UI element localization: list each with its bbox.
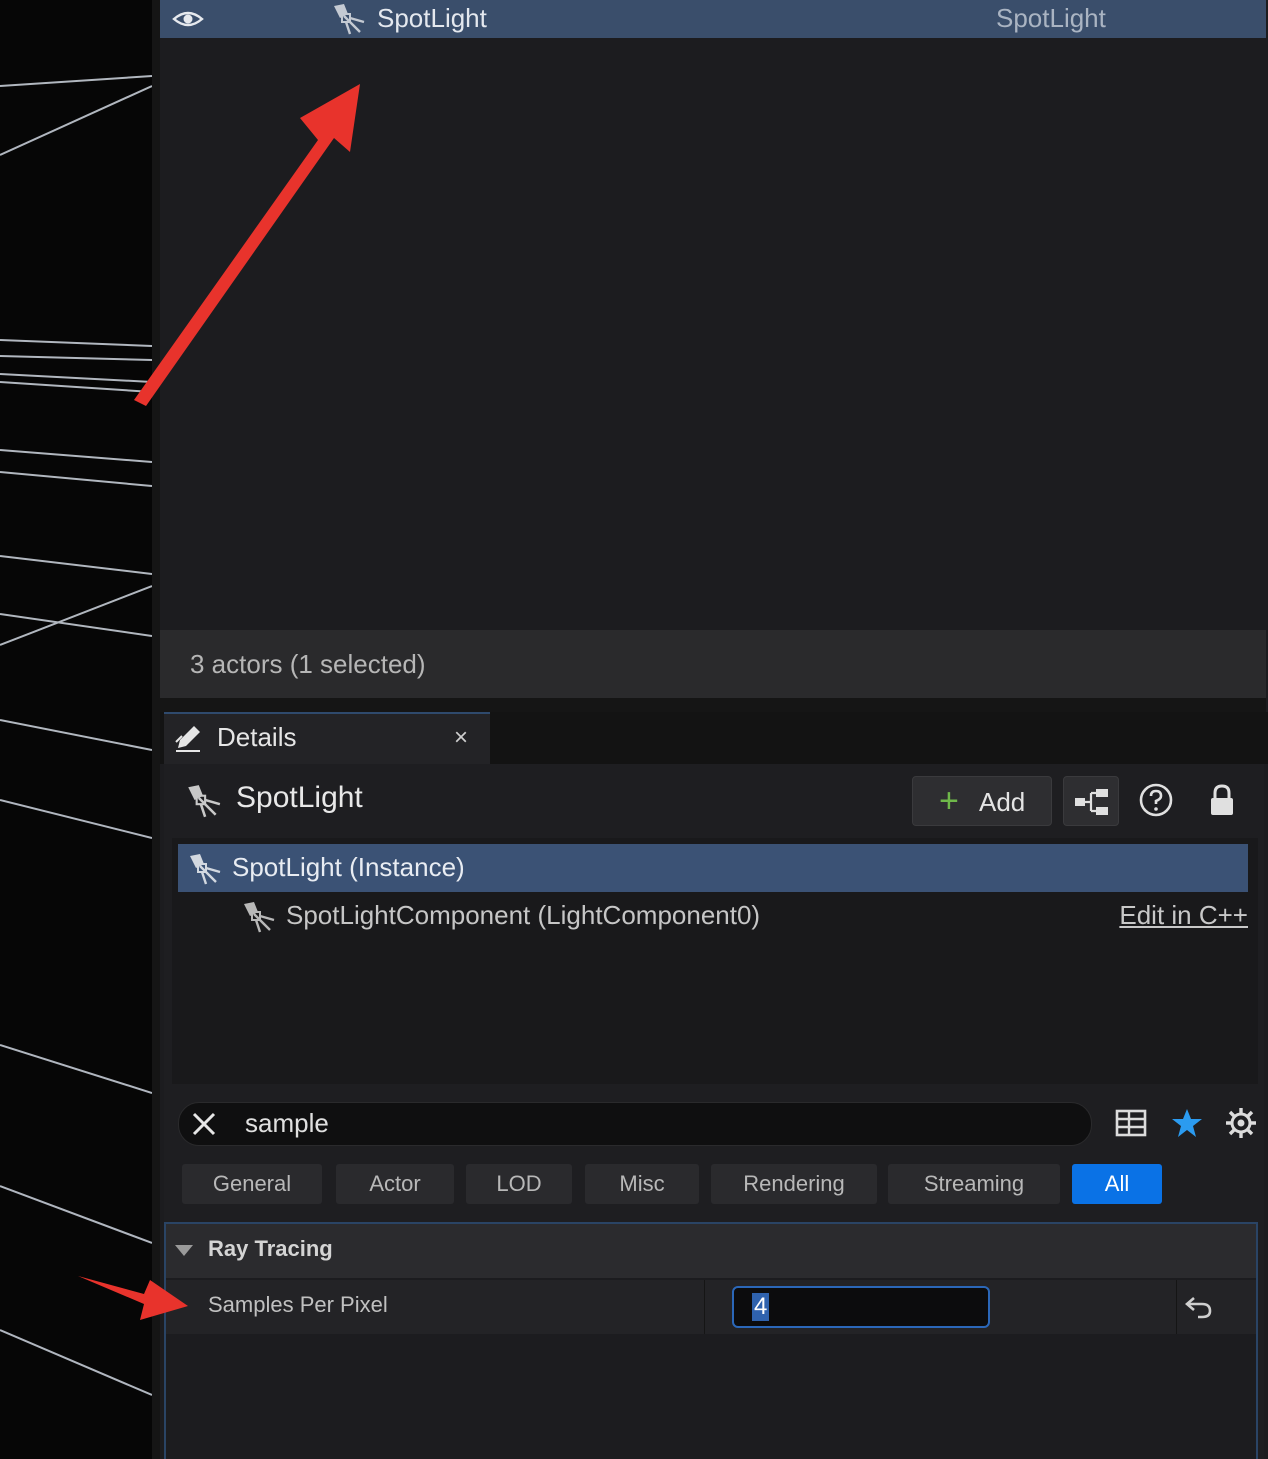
filter-all[interactable]: All [1072,1164,1162,1204]
edit-in-cpp-link[interactable]: Edit in C++ [1119,900,1248,931]
outliner-item-label: SpotLight [377,3,487,33]
details-actor-header: SpotLight + Add [164,764,1264,838]
filter-streaming[interactable]: Streaming [888,1164,1060,1204]
pencil-icon [175,726,200,752]
component-label: SpotLight (Instance) [232,852,465,882]
visibility-eye-icon[interactable] [172,8,204,30]
spotlight-icon [188,785,221,818]
spotlight-icon [190,854,221,885]
plus-icon: + [939,782,959,820]
lock-icon[interactable] [1204,782,1240,818]
outliner-row-spotlight[interactable]: SpotLight SpotLight [160,0,1266,38]
category-filter-bar: General Actor LOD Misc Rendering Streami… [182,1164,1262,1206]
samples-per-pixel-input[interactable]: 4 [732,1286,990,1328]
tab-details-label: Details [217,722,297,752]
column-splitter[interactable] [704,1280,705,1334]
outliner-status-bar: 3 actors (1 selected) [160,630,1266,698]
spotlight-icon [334,4,365,35]
help-icon[interactable] [1138,782,1174,818]
blueprint-icon [1075,789,1108,815]
category-title: Ray Tracing [208,1236,333,1261]
ray-tracing-category: Ray Tracing Samples Per Pixel 4 [164,1222,1258,1459]
filter-actor[interactable]: Actor [336,1164,454,1204]
property-matrix-icon[interactable] [1114,1106,1148,1140]
reset-to-default-icon[interactable] [1184,1294,1214,1320]
actor-name[interactable]: SpotLight [236,781,363,815]
component-row-spotlightcomponent[interactable]: SpotLightComponent (LightComponent0) Edi… [178,892,1248,940]
filter-misc[interactable]: Misc [585,1164,699,1204]
property-name: Samples Per Pixel [208,1292,388,1317]
component-tree[interactable]: SpotLight (Instance) SpotLightComponent … [172,838,1258,1084]
splitter[interactable] [152,0,160,1459]
component-row-instance[interactable]: SpotLight (Instance) [178,844,1248,892]
settings-gear-icon[interactable] [1224,1106,1258,1140]
outliner-item-type: SpotLight [996,3,1106,33]
clear-search-icon[interactable] [187,1107,221,1141]
panel-divider [160,698,1266,712]
viewport-wireframe [0,75,152,1396]
spotlight-icon [244,902,275,933]
column-splitter [1176,1280,1177,1334]
expand-triangle-icon[interactable] [174,1242,194,1258]
component-label: SpotLightComponent (LightComponent0) [286,900,761,930]
outliner-list[interactable] [160,38,1266,630]
input-value: 4 [752,1293,770,1321]
blueprint-button[interactable] [1063,776,1119,826]
filter-lod[interactable]: LOD [466,1164,572,1204]
details-search-box[interactable] [178,1102,1092,1146]
filter-rendering[interactable]: Rendering [711,1164,877,1204]
editor-root: SpotLight SpotLight 3 actors (1 selected… [0,0,1268,1459]
close-icon[interactable]: × [444,718,478,758]
filter-general[interactable]: General [182,1164,322,1204]
details-panel: SpotLight + Add SpotLight (Instance) Spo… [164,764,1264,1459]
tab-details[interactable]: Details × [164,712,490,764]
search-input[interactable] [245,1105,1045,1141]
details-tabstrip: Details × [160,712,1268,764]
category-header[interactable]: Ray Tracing [166,1224,1256,1278]
actor-count: 3 actors (1 selected) [190,649,426,679]
add-button-label: Add [979,787,1026,817]
property-row-samples-per-pixel: Samples Per Pixel 4 [166,1280,1256,1334]
right-panel: SpotLight SpotLight 3 actors (1 selected… [160,0,1268,1459]
level-viewport[interactable] [0,0,152,1459]
add-component-button[interactable]: + Add [912,776,1052,826]
favorites-star-icon[interactable] [1170,1106,1204,1140]
